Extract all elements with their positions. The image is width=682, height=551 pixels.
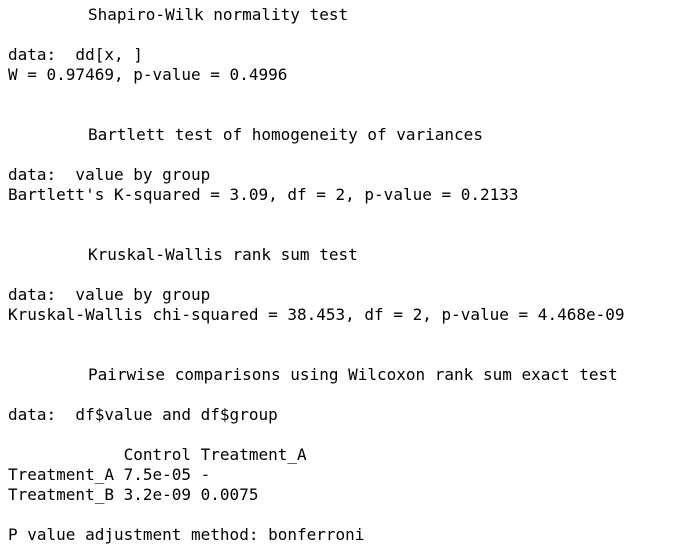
shapiro-result-line: W = 0.97469, p-value = 0.4996 xyxy=(8,65,288,84)
pairwise-table-header: Control Treatment_A xyxy=(8,445,307,464)
shapiro-title: Shapiro-Wilk normality test xyxy=(88,5,349,24)
bartlett-data-line: data: value by group xyxy=(8,165,211,184)
bartlett-result-line: Bartlett's K-squared = 3.09, df = 2, p-v… xyxy=(8,185,519,204)
bartlett-title: Bartlett test of homogeneity of variance… xyxy=(88,125,483,144)
kruskal-data-line: data: value by group xyxy=(8,285,211,304)
pairwise-table-row: Treatment_A 7.5e-05 - xyxy=(8,465,211,484)
pairwise-data-line: data: df$value and df$group xyxy=(8,405,278,424)
r-console-output: Shapiro-Wilk normality test data: dd[x, … xyxy=(0,0,682,551)
kruskal-title: Kruskal-Wallis rank sum test xyxy=(88,245,358,264)
shapiro-data-line: data: dd[x, ] xyxy=(8,45,143,64)
adjustment-method-line: P value adjustment method: bonferroni xyxy=(8,525,365,544)
pairwise-title: Pairwise comparisons using Wilcoxon rank… xyxy=(88,365,618,384)
kruskal-result-line: Kruskal-Wallis chi-squared = 38.453, df … xyxy=(8,305,625,324)
pairwise-table-row: Treatment_B 3.2e-09 0.0075 xyxy=(8,485,259,504)
